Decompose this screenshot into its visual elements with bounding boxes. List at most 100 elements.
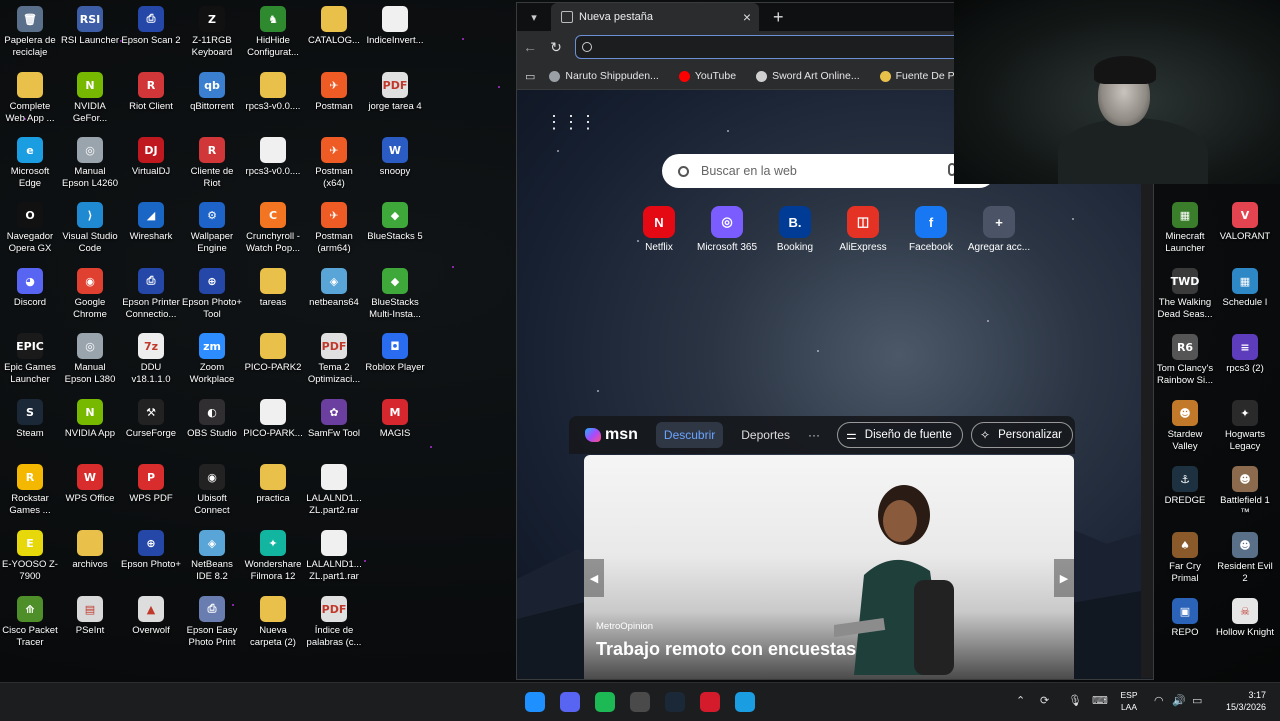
desktop.left_icons-desktop-icon[interactable]: ⎙ Epson Printer Connectio... (121, 266, 181, 330)
carousel-prev-button[interactable]: ◀ (584, 559, 604, 597)
desktop.left_icons-desktop-icon[interactable]: M MAGIS (365, 397, 425, 461)
desktop.left_icons-desktop-icon[interactable]: PICO-PARK... (243, 397, 303, 461)
steam-icon[interactable] (665, 692, 685, 712)
desktop.left_icons-desktop-icon[interactable]: ◎ Manual Epson L4260 (60, 135, 120, 199)
desktop.left_icons-desktop-icon[interactable]: PDF Índice de palabras (c... (304, 594, 364, 658)
desktop.left_icons-desktop-icon[interactable]: ⎙ Epson Scan 2 (121, 4, 181, 68)
carousel-next-button[interactable]: ▶ (1054, 559, 1074, 597)
desktop.right_icons-desktop-icon[interactable]: ☻ Battlefield 1 ™ (1215, 464, 1275, 528)
discord-icon[interactable] (560, 692, 580, 712)
desktop.left_icons-desktop-icon[interactable]: ✈ Postman (arm64) (304, 200, 364, 264)
desktop.right_icons-desktop-icon[interactable]: R6 Tom Clancy's Rainbow Si... (1155, 332, 1215, 396)
desktop.left_icons-desktop-icon[interactable]: PICO-PARK2 (243, 331, 303, 395)
desktop.left_icons-desktop-icon[interactable]: E E-YOOSO Z-7900 (0, 528, 60, 592)
desktop.left_icons-desktop-icon[interactable]: rpcs3-v0.0.... (243, 135, 303, 199)
more-menu-button[interactable]: ··· (808, 428, 820, 442)
edge-icon[interactable] (735, 692, 755, 712)
opera-gx-icon[interactable] (700, 692, 720, 712)
desktop.left_icons-desktop-icon[interactable]: R Riot Client (121, 70, 181, 134)
msn-hero-card[interactable]: ◀ ▶ MetroOpinion Trabajo remoto con encu… (584, 455, 1074, 679)
desktop.left_icons-desktop-icon[interactable]: R Rockstar Games ... (0, 462, 60, 526)
tab-descubrir[interactable]: Descubrir (655, 422, 724, 448)
input-language-indicator[interactable]: ESP LAA (1114, 689, 1144, 713)
favorite-link[interactable]: Fuente De Po (879, 70, 960, 82)
desktop.left_icons-desktop-icon[interactable]: qb qBittorrent (182, 70, 242, 134)
back-button[interactable]: ← (517, 39, 543, 55)
desktop.left_icons-desktop-icon[interactable]: ✈ Postman (x64) (304, 135, 364, 199)
address-bar[interactable] (575, 35, 997, 59)
desktop.left_icons-desktop-icon[interactable]: O Navegador Opera GX (0, 200, 60, 264)
desktop.left_icons-desktop-icon[interactable]: ⎙ Epson Easy Photo Print (182, 594, 242, 658)
desktop.left_icons-desktop-icon[interactable]: ◈ NetBeans IDE 8.2 (182, 528, 242, 592)
desktop.left_icons-desktop-icon[interactable]: Wsnoopy (365, 135, 425, 199)
desktop.left_icons-desktop-icon[interactable]: practica (243, 462, 303, 526)
hero-headline[interactable]: Trabajo remoto con encuestas (596, 639, 856, 660)
desktop.right_icons-desktop-icon[interactable]: ♠ Far Cry Primal (1155, 530, 1215, 594)
favorite-link[interactable]: Naruto Shippuden... (549, 70, 659, 82)
desktop.left_icons-desktop-icon[interactable]: 🗑 Papelera de reciclaje (0, 4, 60, 68)
quick-link[interactable]: f Facebook (897, 206, 965, 253)
chevron-up-icon[interactable]: ⌃ (1016, 694, 1025, 707)
desktop.left_icons-desktop-icon[interactable]: ▤ PSeInt (60, 594, 120, 658)
desktop.left_icons-desktop-icon[interactable]: LALALND1... ZL.part1.rar (304, 528, 364, 592)
favorite-link[interactable]: YouTube (678, 70, 736, 82)
desktop.left_icons-desktop-icon[interactable]: ♞ HidHide Configurat... (243, 4, 303, 68)
quick-link[interactable]: ◫ AliExpress (829, 206, 897, 253)
desktop.left_icons-desktop-icon[interactable]: rpcs3-v0.0.... (243, 70, 303, 134)
desktop.right_icons-desktop-icon[interactable]: TWD The Walking Dead Seas... (1155, 266, 1215, 330)
quick-link[interactable]: N Netflix (625, 206, 693, 253)
desktop.left_icons-desktop-icon[interactable]: e Microsoft Edge (0, 135, 60, 199)
desktop.left_icons-desktop-icon[interactable]: archivos (60, 528, 120, 592)
close-icon[interactable]: × (743, 9, 751, 25)
font-layout-button[interactable]: ⚌ Diseño de fuente (837, 422, 963, 448)
desktop.left_icons-desktop-icon[interactable]: LALALND1... ZL.part2.rar (304, 462, 364, 526)
desktop.left_icons-desktop-icon[interactable]: PDF Tema 2 Optimizaci... (304, 331, 364, 395)
quick-link[interactable]: + Agregar acc... (965, 206, 1033, 253)
system-clock[interactable]: 3:17 15/3/2026 (1212, 689, 1266, 713)
desktop.left_icons-desktop-icon[interactable]: ⟰ Cisco Packet Tracer (0, 594, 60, 658)
desktop.left_icons-desktop-icon[interactable]: ⚒ CurseForge (121, 397, 181, 461)
desktop.left_icons-desktop-icon[interactable]: Complete Web App ... (0, 70, 60, 134)
refresh-button[interactable]: ↻ (543, 39, 569, 56)
desktop.left_icons-desktop-icon[interactable]: ✈ Postman (304, 70, 364, 134)
desktop.left_icons-desktop-icon[interactable]: zm Zoom Workplace (182, 331, 242, 395)
favorite-link[interactable]: Sword Art Online... (756, 70, 860, 82)
desktop.left_icons-desktop-icon[interactable]: W WPS Office (60, 462, 120, 526)
desktop.left_icons-desktop-icon[interactable]: ◘ Roblox Player (365, 331, 425, 395)
desktop.left_icons-desktop-icon[interactable]: ✿ SamFw Tool (304, 397, 364, 461)
desktop.left_icons-desktop-icon[interactable]: 7z DDU v18.1.1.0 (121, 331, 181, 395)
desktop.left_icons-desktop-icon[interactable]: ⊕ Epson Photo+ (121, 528, 181, 592)
desktop.right_icons-desktop-icon[interactable]: ▦ Schedule I (1215, 266, 1275, 330)
tab-actions-menu-button[interactable]: ▾ (521, 6, 547, 28)
desktop.left_icons-desktop-icon[interactable]: N NVIDIA GeFor... (60, 70, 120, 134)
spotify-icon[interactable] (595, 692, 615, 712)
desktop.left_icons-desktop-icon[interactable]: ⊕ Epson Photo+ Tool (182, 266, 242, 330)
desktop.left_icons-desktop-icon[interactable]: ⟩ Visual Studio Code (60, 200, 120, 264)
desktop.left_icons-desktop-icon[interactable]: C Crunchyroll - Watch Pop... (243, 200, 303, 264)
desktop.left_icons-desktop-icon[interactable]: EPIC Epic Games Launcher (0, 331, 60, 395)
desktop.left_icons-desktop-icon[interactable]: P WPS PDF (121, 462, 181, 526)
desktop.right_icons-desktop-icon[interactable]: ☠ Hollow Knight (1215, 596, 1275, 660)
desktop.left_icons-desktop-icon[interactable]: ◉ Google Chrome (60, 266, 120, 330)
desktop.left_icons-desktop-icon[interactable]: RSI RSI Launcher (60, 4, 120, 68)
desktop.right_icons-desktop-icon[interactable]: ≡ rpcs3 (2) (1215, 332, 1275, 396)
desktop.left_icons-desktop-icon[interactable]: Z Z-11RGB Keyboard (182, 4, 242, 68)
keyboard-icon[interactable]: ⌨ (1092, 694, 1108, 707)
desktop.left_icons-desktop-icon[interactable]: ⚙ Wallpaper Engine (182, 200, 242, 264)
browser-scrollbar[interactable] (1141, 184, 1153, 678)
desktop.left_icons-desktop-icon[interactable]: ▲ Overwolf (121, 594, 181, 658)
desktop.left_icons-desktop-icon[interactable]: ◐ OBS Studio (182, 397, 242, 461)
desktop.right_icons-desktop-icon[interactable]: ▦ Minecraft Launcher (1155, 200, 1215, 264)
desktop.right_icons-desktop-icon[interactable]: ✦ Hogwarts Legacy (1215, 398, 1275, 462)
desktop.left_icons-desktop-icon[interactable]: ◎ Manual Epson L380 (60, 331, 120, 395)
desktop.left_icons-desktop-icon[interactable]: ◉ Ubisoft Connect (182, 462, 242, 526)
desktop.left_icons-desktop-icon[interactable]: ◆ BlueStacks 5 (365, 200, 425, 264)
desktop.left_icons-desktop-icon[interactable]: ◈ netbeans64 (304, 266, 364, 330)
quick-link[interactable]: B. Booking (761, 206, 829, 253)
desktop.left_icons-desktop-icon[interactable]: ◕ Discord (0, 266, 60, 330)
desktop.left_icons-desktop-icon[interactable]: S Steam (0, 397, 60, 461)
microphone-icon[interactable]: 🎙 (1068, 694, 1082, 707)
battery-icon[interactable]: ▭ (1192, 694, 1202, 707)
desktop.left_icons-desktop-icon[interactable]: Nueva carpeta (2) (243, 594, 303, 658)
wifi-icon[interactable]: ◠ (1154, 694, 1164, 707)
